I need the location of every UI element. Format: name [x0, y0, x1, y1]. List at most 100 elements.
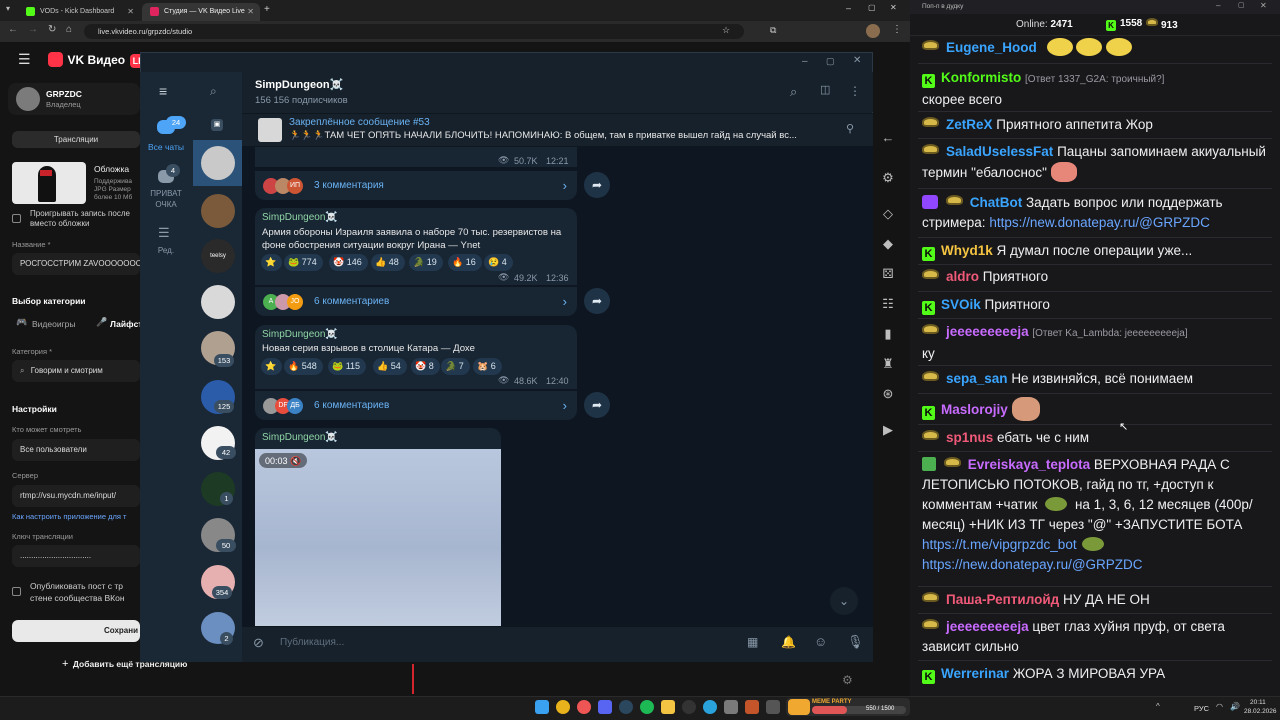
message-author[interactable]: SimpDungeon☠️ — [262, 329, 338, 340]
extensions-icon[interactable]: ⧉ — [770, 26, 776, 35]
discord-icon[interactable] — [598, 700, 612, 714]
play-record-checkbox[interactable] — [12, 214, 21, 223]
chat-username[interactable]: Werrerinar — [941, 666, 1009, 681]
scroll-down-button[interactable]: ⌄ — [830, 587, 858, 615]
chat-username[interactable]: jeeeeeeeeeja — [946, 324, 1029, 339]
tg-minimize-icon[interactable]: – — [802, 57, 808, 67]
tab-broadcasts[interactable]: Трансляции — [12, 131, 140, 148]
spotify-icon[interactable] — [640, 700, 654, 714]
share-button[interactable]: ➦ — [584, 392, 610, 418]
app-icon[interactable] — [766, 700, 780, 714]
video-preview[interactable] — [255, 449, 501, 626]
key-input[interactable]: ................................ — [12, 545, 140, 567]
profile-avatar[interactable] — [866, 24, 880, 38]
chat-link[interactable]: https://new.donatepay.ru/@GRPZDC — [989, 215, 1210, 230]
chat-avatar[interactable]: teelsy — [201, 239, 235, 273]
browser-tab-vk[interactable]: Студия — VK Видео Live ✕ — [142, 3, 260, 21]
bookmark-star-icon[interactable]: ☆ — [722, 26, 730, 35]
channel-title[interactable]: SimpDungeon☠️ — [255, 78, 343, 91]
tg-menu-icon[interactable]: ≡ — [159, 84, 167, 98]
reaction[interactable]: 🐹 6 — [473, 358, 502, 375]
chat-avatar[interactable] — [201, 146, 235, 180]
bell-icon[interactable]: 🔔 — [781, 636, 796, 648]
settings-gear-icon[interactable]: ⚙ — [879, 170, 897, 188]
tab-menu-icon[interactable]: ▾ — [6, 5, 10, 13]
telegram-icon[interactable] — [703, 700, 717, 714]
tray-chevron-icon[interactable]: ^ — [1156, 703, 1160, 711]
chat-username[interactable]: ChatBot — [970, 195, 1023, 210]
chat-avatar[interactable] — [201, 285, 235, 319]
forward-icon[interactable]: → — [28, 25, 38, 35]
reaction[interactable]: 🤡 8 — [411, 358, 440, 375]
reaction-star[interactable]: ⭐ — [261, 254, 283, 271]
chat-username[interactable]: SVOik — [941, 297, 981, 312]
message-input[interactable]: Публикация... — [280, 632, 720, 654]
reaction[interactable]: 🐸 774 — [284, 254, 323, 271]
meme-party-widget[interactable]: MEME PARTY 550 / 1500 — [786, 698, 910, 716]
folder-all-chats[interactable]: 24 Все чаты — [144, 114, 188, 156]
chat-maximize-icon[interactable]: ▢ — [1238, 2, 1245, 9]
home-icon[interactable]: ⌂ — [66, 25, 72, 35]
reaction[interactable]: 👍 54 — [373, 358, 407, 375]
list-icon[interactable]: ☷ — [879, 296, 897, 314]
muted-speaker-icon[interactable]: 🔇 — [290, 456, 301, 466]
stats-icon[interactable]: ▮ — [879, 326, 897, 344]
wifi-icon[interactable]: ◠ — [1216, 703, 1223, 711]
explorer-icon[interactable] — [661, 700, 675, 714]
trophy-icon[interactable]: ♜ — [879, 356, 897, 374]
chat-minimize-icon[interactable]: – — [1216, 2, 1220, 10]
obs-icon[interactable] — [682, 700, 696, 714]
reaction[interactable]: 🔥 548 — [284, 358, 323, 375]
share-button[interactable]: ➦ — [584, 288, 610, 314]
reaction[interactable]: 🐸 115 — [328, 358, 367, 375]
attach-icon[interactable]: ⊘ — [253, 636, 264, 649]
chat-username[interactable]: sepa_san — [946, 371, 1008, 386]
chat-username[interactable]: SaladUselessFat — [946, 144, 1053, 159]
chat-close-icon[interactable]: ✕ — [1260, 2, 1267, 10]
reload-icon[interactable]: ↻ — [48, 25, 56, 35]
reaction[interactable]: 🐊 7 — [441, 358, 470, 375]
title-input[interactable]: РОСГОССТРИМ ZAVOOOOOOOD — [12, 253, 140, 275]
diamond-icon[interactable]: ◇ — [879, 206, 897, 224]
hamburger-menu-icon[interactable]: ☰ — [18, 52, 31, 66]
chat-username[interactable]: ZetReX — [946, 117, 993, 132]
start-icon[interactable] — [535, 700, 549, 714]
sidebar-toggle-icon[interactable]: ◫ — [820, 85, 830, 96]
message-author[interactable]: SimpDungeon☠️ — [262, 212, 338, 223]
tg-close-icon[interactable]: ✕ — [853, 56, 861, 66]
chat-username[interactable]: Evreiskaya_teplota — [968, 457, 1090, 472]
app-icon[interactable] — [745, 700, 759, 714]
comments-bar[interactable]: A JO 6 комментариев › — [255, 286, 577, 316]
reaction[interactable]: 👍 48 — [371, 254, 405, 271]
clock-date[interactable]: 28.02.2026 — [1244, 708, 1277, 715]
more-options-icon[interactable]: ⋮ — [849, 85, 861, 97]
category-input[interactable]: ⌕ Говорим и смотрим — [12, 360, 140, 382]
gem-icon[interactable]: ◆ — [879, 236, 897, 254]
share-button[interactable]: ➦ — [584, 172, 610, 198]
new-tab-icon[interactable]: + — [264, 5, 270, 15]
reaction[interactable]: 😢 4 — [484, 254, 513, 271]
unpin-icon[interactable]: ⚲ — [846, 124, 854, 135]
cover-thumbnail[interactable] — [12, 162, 86, 204]
tg-search-icon[interactable]: ⌕ — [210, 85, 217, 97]
chat-username[interactable]: sp1nus — [946, 430, 993, 445]
category-tab-life[interactable]: Лайфст — [110, 319, 142, 329]
chat-username[interactable]: Konformisto — [941, 70, 1021, 85]
gear-icon[interactable]: ⚙ — [842, 674, 853, 686]
close-tab-icon[interactable]: ✕ — [247, 7, 254, 16]
tg-maximize-icon[interactable]: ▢ — [826, 57, 835, 66]
dice-icon[interactable]: ⚄ — [879, 266, 897, 284]
collapse-arrow-icon[interactable]: ← — [879, 130, 897, 148]
chat-link[interactable]: https://t.me/vipgrpzdc_bot — [922, 537, 1077, 552]
minimize-window-icon[interactable]: – — [846, 4, 851, 13]
chat-username[interactable]: Паша-Рептилойд — [946, 592, 1059, 607]
volume-icon[interactable]: 🔊 — [1230, 703, 1240, 711]
browser-icon[interactable] — [577, 700, 591, 714]
comments-bar[interactable]: ИП 3 комментария › — [255, 170, 577, 200]
saved-folder-icon[interactable]: ▣ — [211, 119, 223, 131]
rewards-icon[interactable]: ⊛ — [879, 386, 897, 404]
save-button[interactable]: Сохрани — [12, 620, 140, 642]
publish-checkbox[interactable] — [12, 587, 21, 596]
close-tab-icon[interactable]: ✕ — [127, 7, 134, 16]
back-icon[interactable]: ← — [8, 25, 18, 35]
